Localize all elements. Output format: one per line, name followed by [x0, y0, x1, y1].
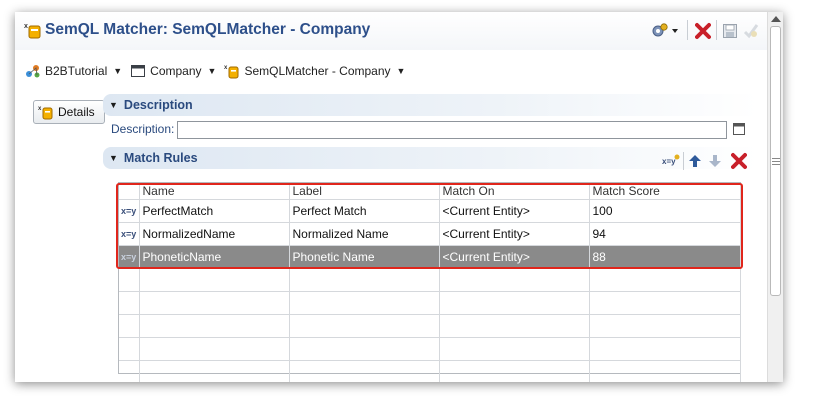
- vertical-scrollbar[interactable]: [767, 12, 783, 382]
- validate-button[interactable]: [743, 22, 759, 40]
- scroll-up-arrow-icon[interactable]: [771, 16, 781, 22]
- table-row[interactable]: x=y NormalizedName Normalized Name <Curr…: [119, 222, 741, 246]
- editor-window: x SemQL Matcher: SemQLMatcher - Company: [15, 12, 783, 382]
- rule-match-on-cell[interactable]: <Current Entity>: [439, 222, 590, 246]
- svg-text:x: x: [38, 106, 42, 112]
- match-rule-icon: x=y: [119, 222, 140, 246]
- matcher-icon: x: [224, 65, 239, 79]
- column-header-match-on[interactable]: Match On: [439, 183, 590, 200]
- toolbar-separator: [687, 20, 688, 40]
- collapse-triangle-icon[interactable]: ▼: [109, 153, 118, 163]
- table-row-selected[interactable]: x=y PhoneticName Phonetic Name <Current …: [119, 245, 741, 269]
- toolbar-separator: [683, 152, 684, 170]
- empty-row: [119, 314, 741, 338]
- match-rules-section-header[interactable]: ▼ Match Rules: [103, 147, 758, 169]
- description-section-header[interactable]: ▼ Description: [103, 94, 758, 116]
- chevron-down-icon[interactable]: ▼: [208, 66, 217, 76]
- validate-icon: [743, 24, 759, 39]
- table-header-row: Name Label Match On Match Score: [119, 183, 741, 200]
- breadcrumb-model-label: B2BTutorial: [45, 64, 108, 78]
- empty-row: [119, 360, 741, 382]
- description-section-title: Description: [123, 98, 193, 112]
- gears-icon: [652, 23, 678, 37]
- icon-column-header[interactable]: [119, 183, 140, 200]
- editor-title: SemQL Matcher: SemQLMatcher - Company: [45, 21, 371, 38]
- match-rule-icon: x=y: [119, 245, 140, 269]
- match-rules-section-title: Match Rules: [123, 151, 198, 165]
- rule-score-cell[interactable]: 88: [589, 245, 741, 269]
- entity-icon: [131, 65, 146, 77]
- empty-row: [119, 337, 741, 361]
- column-header-name[interactable]: Name: [139, 183, 290, 200]
- scrollbar-grip-icon: [772, 158, 780, 165]
- add-rule-button[interactable]: x=y: [662, 152, 680, 170]
- move-down-button[interactable]: [708, 152, 722, 170]
- breadcrumb-model[interactable]: B2BTutorial ▼: [25, 63, 122, 79]
- rule-label-cell[interactable]: Normalized Name: [289, 222, 440, 246]
- rule-label-cell[interactable]: Phonetic Name: [289, 245, 440, 269]
- svg-text:x: x: [224, 65, 228, 71]
- chevron-down-icon[interactable]: ▼: [397, 66, 406, 76]
- rule-match-on-cell[interactable]: <Current Entity>: [439, 245, 590, 269]
- details-button[interactable]: x Details: [33, 100, 105, 124]
- column-header-label[interactable]: Label: [289, 183, 440, 200]
- breadcrumb: B2BTutorial ▼ Company ▼ x SemQLMatcher -…: [25, 62, 413, 80]
- editor-titlebar: x SemQL Matcher: SemQLMatcher - Company: [15, 12, 767, 50]
- model-icon: [26, 65, 40, 78]
- table-row[interactable]: x=y PerfectMatch Perfect Match <Current …: [119, 199, 741, 223]
- description-label: Description:: [111, 122, 175, 136]
- matcher-icon: x: [38, 106, 53, 120]
- chevron-down-icon[interactable]: ▼: [113, 66, 122, 76]
- breadcrumb-entity[interactable]: Company ▼: [130, 63, 216, 79]
- rule-name-cell[interactable]: PerfectMatch: [139, 199, 290, 223]
- empty-row: [119, 291, 741, 315]
- rule-label-cell[interactable]: Perfect Match: [289, 199, 440, 223]
- rule-match-on-cell[interactable]: <Current Entity>: [439, 199, 590, 223]
- description-field[interactable]: [177, 121, 727, 139]
- svg-text:x=y: x=y: [662, 157, 676, 166]
- move-up-button[interactable]: [688, 152, 702, 170]
- actions-menu-button[interactable]: [651, 22, 681, 40]
- svg-text:x: x: [24, 23, 28, 30]
- delete-icon: [695, 23, 711, 39]
- column-header-match-score[interactable]: Match Score: [589, 183, 741, 200]
- rule-score-cell[interactable]: 100: [589, 199, 741, 223]
- expand-editor-icon[interactable]: [733, 123, 745, 135]
- details-button-label: Details: [58, 105, 95, 119]
- rule-name-cell[interactable]: PhoneticName: [139, 245, 290, 269]
- add-rule-icon: x=y: [662, 154, 680, 166]
- rule-name-cell[interactable]: NormalizedName: [139, 222, 290, 246]
- match-rules-table: Name Label Match On Match Score x=y Perf…: [118, 182, 741, 382]
- empty-row: [119, 268, 741, 292]
- rule-score-cell[interactable]: 94: [589, 222, 741, 246]
- matcher-icon: x: [24, 23, 41, 39]
- arrow-up-icon: [689, 155, 701, 167]
- collapse-triangle-icon[interactable]: ▼: [109, 100, 118, 110]
- breadcrumb-matcher-label: SemQLMatcher - Company: [244, 64, 391, 78]
- breadcrumb-entity-label: Company: [150, 64, 202, 78]
- toolbar-separator: [716, 20, 717, 40]
- delete-button[interactable]: [695, 22, 711, 40]
- save-button[interactable]: [722, 22, 738, 40]
- delete-icon: [731, 153, 747, 169]
- breadcrumb-matcher[interactable]: x SemQLMatcher - Company ▼: [224, 63, 405, 79]
- match-rule-icon: x=y: [119, 199, 140, 223]
- delete-rule-button[interactable]: [731, 152, 747, 170]
- arrow-down-icon: [709, 155, 721, 167]
- save-icon: [723, 24, 737, 38]
